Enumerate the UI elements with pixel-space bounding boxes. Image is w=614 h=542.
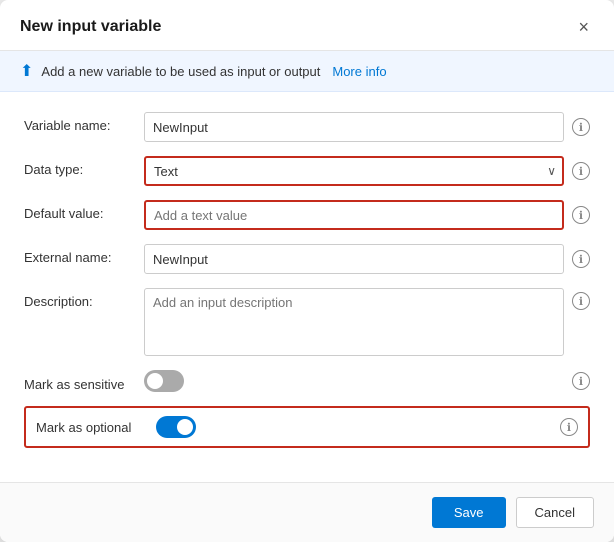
default-value-control: ℹ: [144, 200, 590, 230]
dialog-header: New input variable ×: [0, 0, 614, 51]
mark-optional-row: Mark as optional ℹ: [24, 406, 590, 448]
new-input-variable-dialog: New input variable × ⬆ Add a new variabl…: [0, 0, 614, 542]
external-name-input[interactable]: [144, 244, 564, 274]
toggle-knob-optional: [177, 419, 193, 435]
banner-text: Add a new variable to be used as input o…: [41, 64, 320, 79]
data-type-row: Data type: Text Number Boolean Date Date…: [24, 156, 590, 186]
info-banner: ⬆ Add a new variable to be used as input…: [0, 51, 614, 92]
mark-optional-control: ℹ: [156, 416, 578, 438]
mark-optional-label: Mark as optional: [36, 420, 156, 435]
mark-sensitive-row: Mark as sensitive ℹ: [24, 370, 590, 392]
default-value-row: Default value: ℹ: [24, 200, 590, 230]
dialog-title: New input variable: [20, 18, 161, 36]
description-info-icon[interactable]: ℹ: [572, 292, 590, 310]
close-button[interactable]: ×: [573, 16, 594, 38]
external-name-info-icon[interactable]: ℹ: [572, 250, 590, 268]
default-value-label: Default value:: [24, 200, 144, 221]
data-type-label: Data type:: [24, 156, 144, 177]
data-type-info-icon[interactable]: ℹ: [572, 162, 590, 180]
upload-icon: ⬆: [20, 61, 33, 81]
default-value-info-icon[interactable]: ℹ: [572, 206, 590, 224]
form-body: Variable name: ℹ Data type: Text Number …: [0, 92, 614, 482]
description-textarea[interactable]: [144, 288, 564, 356]
data-type-control: Text Number Boolean Date DateTime ∨ ℹ: [144, 156, 590, 186]
mark-sensitive-info-icon[interactable]: ℹ: [572, 372, 590, 390]
dialog-footer: Save Cancel: [0, 482, 614, 542]
variable-name-control: ℹ: [144, 112, 590, 142]
description-label: Description:: [24, 288, 144, 309]
mark-sensitive-control: ℹ: [144, 370, 590, 392]
variable-name-label: Variable name:: [24, 112, 144, 133]
mark-sensitive-label: Mark as sensitive: [24, 371, 144, 392]
variable-name-info-icon[interactable]: ℹ: [572, 118, 590, 136]
cancel-button[interactable]: Cancel: [516, 497, 594, 528]
data-type-select[interactable]: Text Number Boolean Date DateTime: [144, 156, 564, 186]
description-row: Description: ℹ: [24, 288, 590, 356]
external-name-control: ℹ: [144, 244, 590, 274]
default-value-input[interactable]: [144, 200, 564, 230]
variable-name-row: Variable name: ℹ: [24, 112, 590, 142]
save-button[interactable]: Save: [432, 497, 506, 528]
mark-sensitive-toggle[interactable]: [144, 370, 184, 392]
external-name-row: External name: ℹ: [24, 244, 590, 274]
mark-optional-info-icon[interactable]: ℹ: [560, 418, 578, 436]
description-control: ℹ: [144, 288, 590, 356]
data-type-select-wrap: Text Number Boolean Date DateTime ∨: [144, 156, 564, 186]
more-info-link[interactable]: More info: [332, 64, 386, 79]
variable-name-input[interactable]: [144, 112, 564, 142]
mark-optional-toggle[interactable]: [156, 416, 196, 438]
toggle-knob: [147, 373, 163, 389]
external-name-label: External name:: [24, 244, 144, 265]
